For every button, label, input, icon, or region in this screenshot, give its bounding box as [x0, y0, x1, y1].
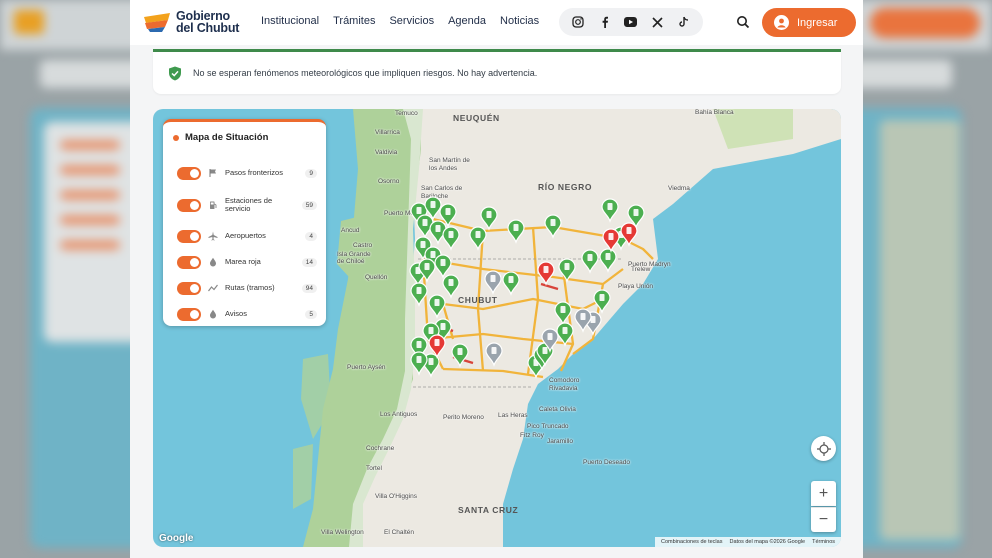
- legend-panel: Mapa de Situación Pasos fronterizos 9 Es…: [163, 119, 326, 326]
- google-logo: Google: [159, 533, 194, 544]
- station-marker[interactable]: [502, 271, 520, 296]
- station-marker[interactable]: [556, 322, 574, 347]
- station-marker[interactable]: [599, 248, 617, 273]
- legend-item-estaciones[interactable]: Estaciones de servicio 59: [177, 194, 317, 216]
- legend-label: Rutas (tramos): [225, 282, 275, 292]
- page: Gobierno del Chubut Institucional Trámit…: [130, 0, 863, 558]
- nav-servicios[interactable]: Servicios: [389, 15, 434, 27]
- legend-label: Avisos: [225, 308, 247, 318]
- legend-title: Mapa de Situación: [185, 132, 269, 143]
- facebook-icon[interactable]: [597, 14, 613, 30]
- youtube-icon[interactable]: [623, 14, 639, 30]
- legend-item-pasos[interactable]: Pasos fronterizos 9: [177, 162, 317, 184]
- legend-count: 9: [305, 168, 317, 178]
- drop-icon: [207, 256, 219, 268]
- nav-tramites[interactable]: Trámites: [333, 15, 375, 27]
- flag-icon: [207, 167, 219, 179]
- search-icon[interactable]: [736, 15, 750, 29]
- route-icon: [207, 282, 219, 294]
- logo-mark-icon: [144, 13, 170, 32]
- recenter-button[interactable]: [811, 436, 836, 461]
- terms-link[interactable]: Términos: [812, 539, 835, 545]
- logo-line2: del Chubut: [176, 21, 240, 35]
- station-marker[interactable]: [507, 219, 525, 244]
- station-marker[interactable]: [434, 254, 452, 279]
- legend-count: 94: [301, 283, 317, 293]
- tiktok-icon[interactable]: [676, 14, 692, 30]
- x-icon[interactable]: [649, 14, 665, 30]
- login-button[interactable]: Ingresar: [762, 8, 856, 37]
- nav-institucional[interactable]: Institucional: [261, 15, 319, 27]
- legend-count: 5: [305, 309, 317, 319]
- toggle-switch[interactable]: [177, 229, 201, 243]
- legend-item-avisos[interactable]: Avisos 5: [177, 303, 317, 325]
- legend-count: 4: [305, 231, 317, 241]
- toggle-switch[interactable]: [177, 255, 201, 269]
- fuel-icon: [207, 199, 219, 211]
- map-data-credit: Datos del mapa ©2026 Google: [729, 539, 806, 545]
- station-marker[interactable]: [480, 206, 498, 231]
- shield-check-icon: [169, 66, 181, 80]
- station-marker[interactable]: [469, 226, 487, 251]
- legend-item-aeropuertos[interactable]: Aeropuertos 4: [177, 225, 317, 247]
- station-marker[interactable]: [593, 289, 611, 314]
- situation-map[interactable]: NEUQUÉN RÍO NEGRO CHUBUT SANTA CRUZ Temu…: [153, 109, 841, 547]
- zoom-out-label: −: [818, 511, 829, 528]
- crosshair-icon: [816, 441, 831, 456]
- alert-marker[interactable]: [537, 261, 555, 286]
- toggle-switch[interactable]: [177, 166, 201, 180]
- plane-icon: [207, 230, 219, 242]
- user-icon: [774, 15, 789, 30]
- main-nav: Institucional Trámites Servicios Agenda …: [261, 15, 553, 27]
- legend-dot-icon: [173, 134, 179, 141]
- station-marker[interactable]: [451, 343, 469, 368]
- legend-label: Marea roja: [225, 256, 261, 266]
- zoom-in-label: +: [818, 484, 829, 502]
- zoom-in-button[interactable]: +: [811, 481, 836, 506]
- logo[interactable]: Gobierno del Chubut: [142, 10, 239, 34]
- nav-noticias[interactable]: Noticias: [500, 15, 539, 27]
- drop-icon: [207, 308, 219, 320]
- station-marker[interactable]: [581, 249, 599, 274]
- station-marker[interactable]: [428, 294, 446, 319]
- weather-alert: No se esperan fenómenos meteorológicos q…: [153, 52, 841, 94]
- keyboard-shortcuts-link[interactable]: Combinaciones de teclas: [661, 539, 722, 545]
- alert-marker[interactable]: [602, 228, 620, 253]
- legend-count: 59: [301, 200, 317, 210]
- station-marker[interactable]: [442, 226, 460, 251]
- nav-agenda[interactable]: Agenda: [448, 15, 486, 27]
- map-attribution: Combinaciones de teclas Datos del mapa ©…: [655, 537, 841, 547]
- zoom-out-button[interactable]: −: [811, 507, 836, 532]
- toggle-switch[interactable]: [177, 281, 201, 295]
- login-label: Ingresar: [797, 16, 838, 29]
- legend-label: Aeropuertos: [225, 230, 266, 240]
- navbar: Gobierno del Chubut Institucional Trámit…: [130, 0, 863, 45]
- legend-item-rutas[interactable]: Rutas (tramos) 94: [177, 277, 317, 299]
- social-links: [559, 8, 703, 36]
- station-marker[interactable]: [410, 282, 428, 307]
- instagram-icon[interactable]: [570, 14, 586, 30]
- route-marker[interactable]: [485, 342, 503, 367]
- route-marker[interactable]: [484, 270, 502, 295]
- alert-text: No se esperan fenómenos meteorológicos q…: [193, 68, 538, 78]
- station-marker[interactable]: [442, 274, 460, 299]
- station-marker[interactable]: [558, 258, 576, 283]
- toggle-switch[interactable]: [177, 198, 201, 212]
- legend-label: Pasos fronterizos: [225, 167, 283, 177]
- toggle-switch[interactable]: [177, 307, 201, 321]
- legend-title-row: Mapa de Situación: [173, 132, 268, 143]
- station-marker[interactable]: [554, 301, 572, 326]
- legend-item-marea-roja[interactable]: Marea roja 14: [177, 251, 317, 273]
- station-marker[interactable]: [410, 351, 428, 376]
- station-marker[interactable]: [601, 198, 619, 223]
- legend-label: Estaciones de servicio: [225, 195, 273, 213]
- legend-count: 14: [301, 257, 317, 267]
- station-marker[interactable]: [544, 214, 562, 239]
